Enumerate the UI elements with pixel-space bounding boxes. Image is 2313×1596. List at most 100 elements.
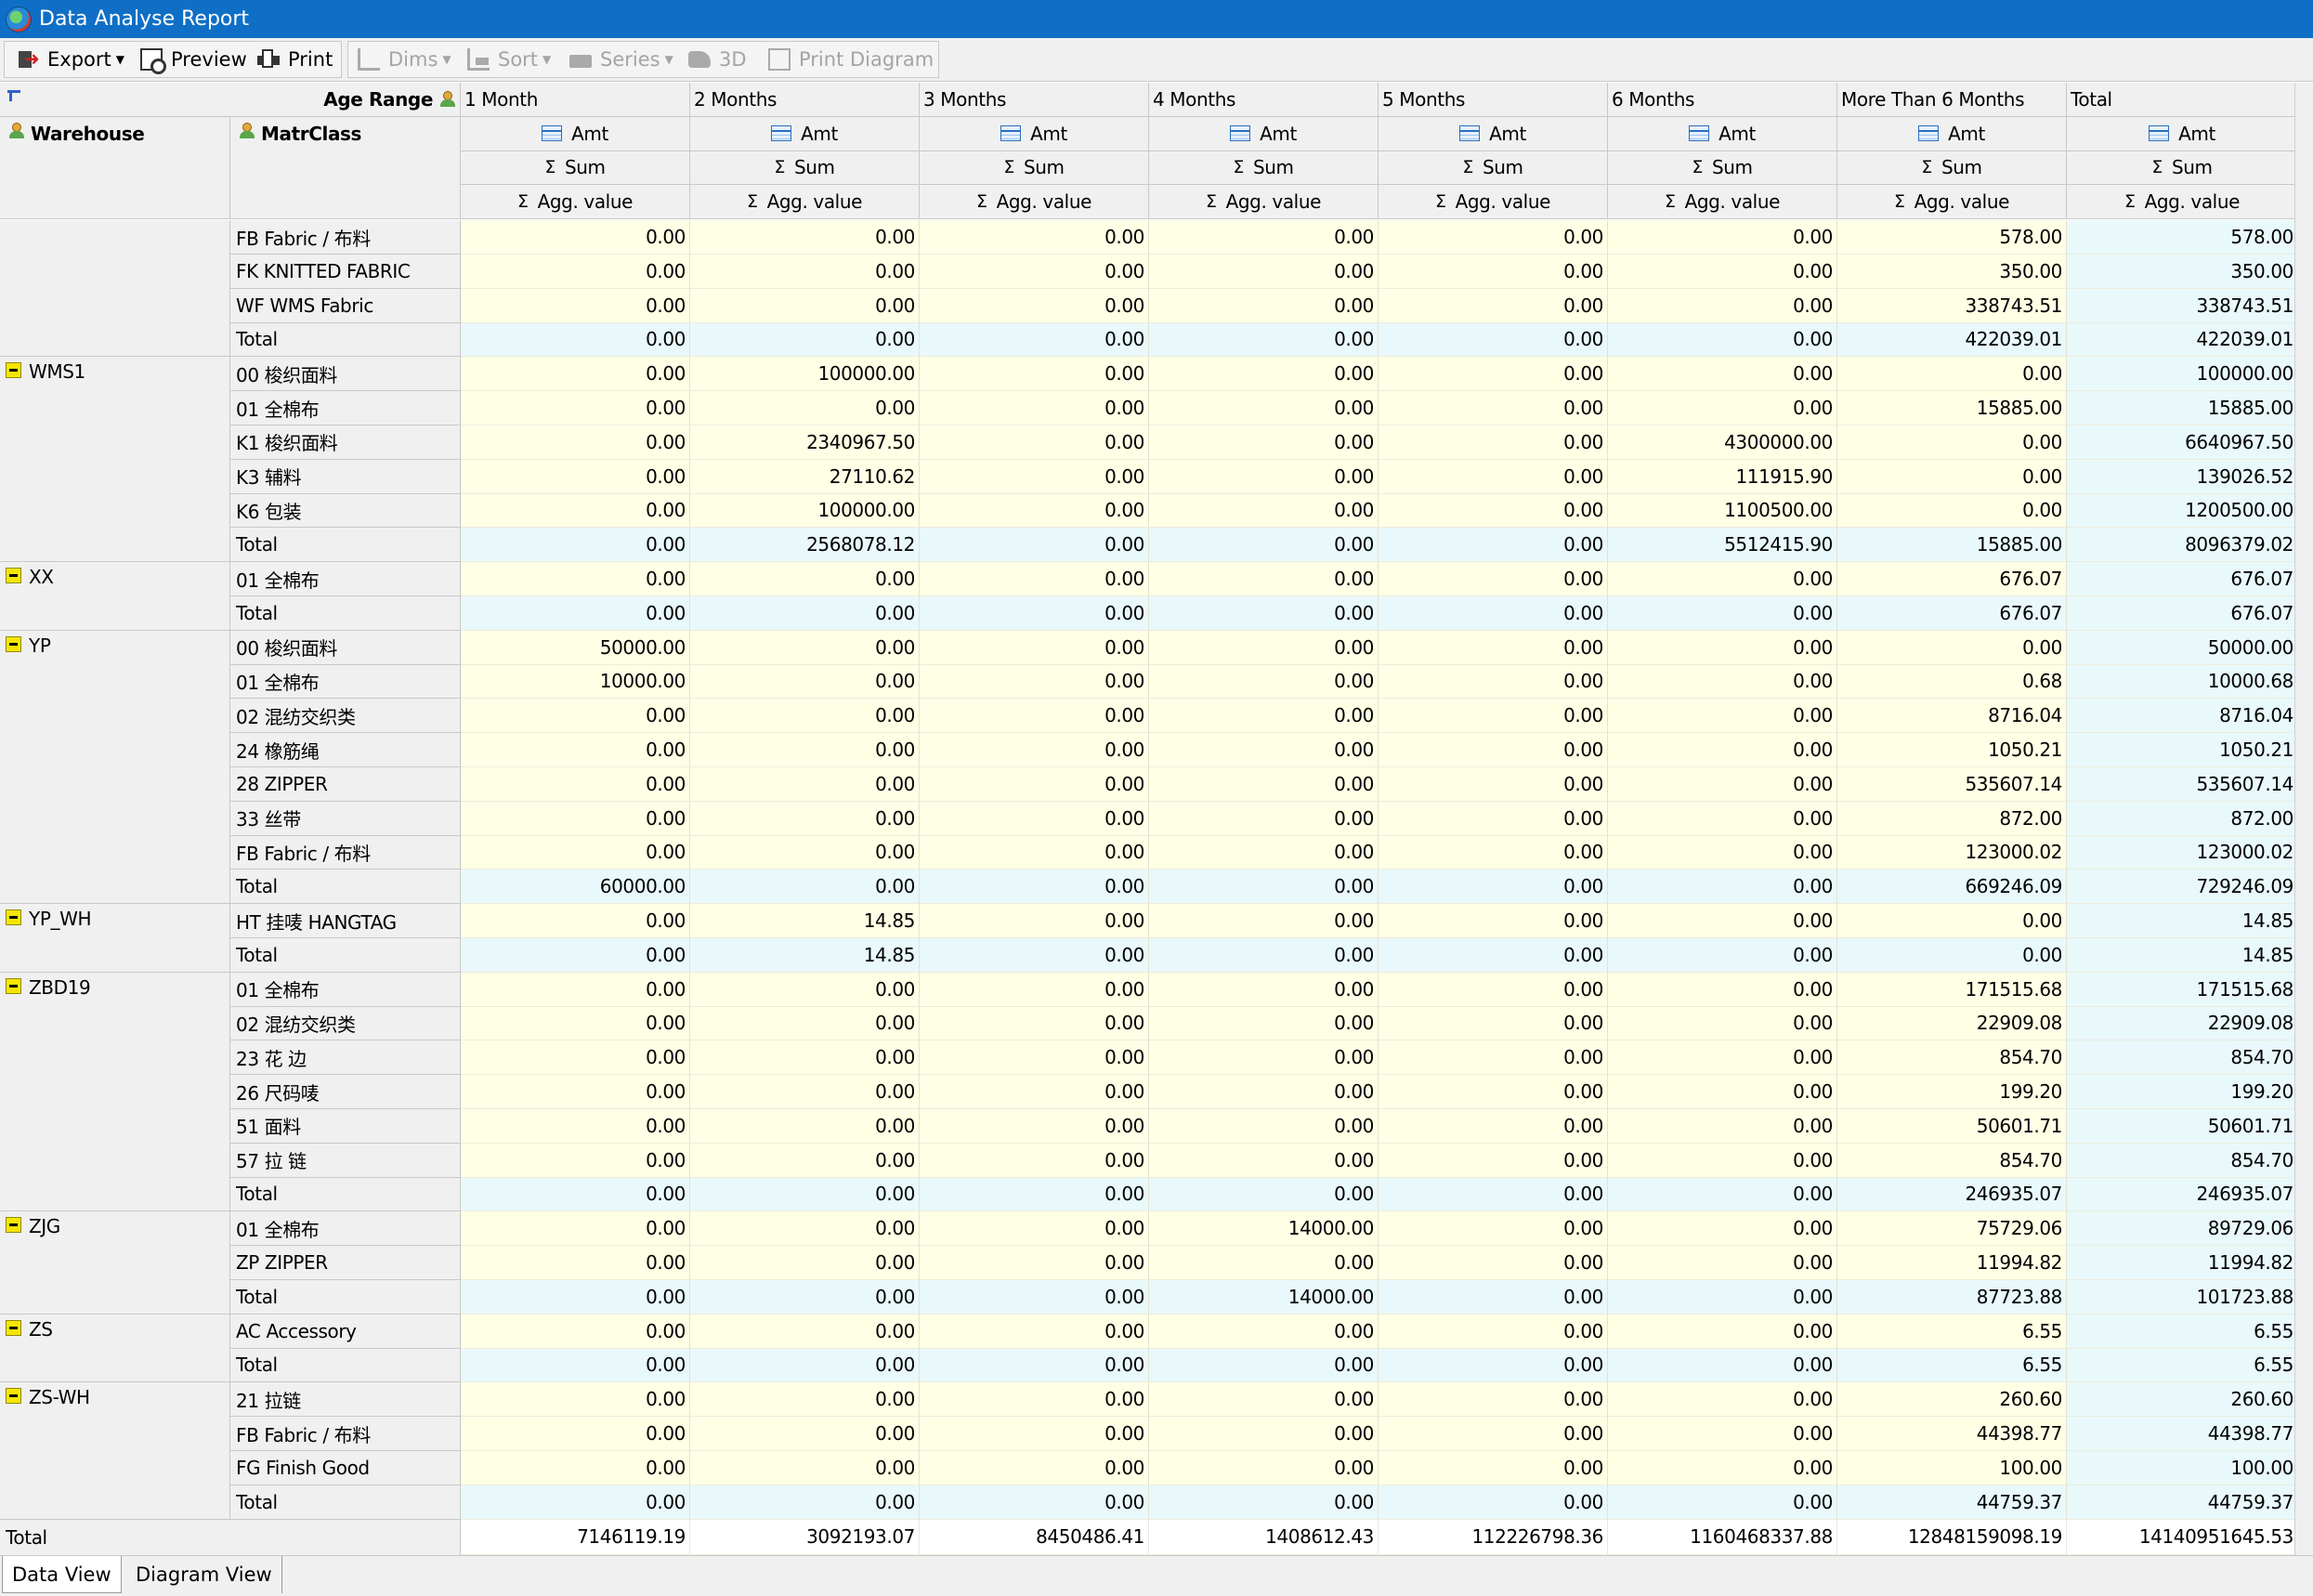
matrclass-row-header[interactable]: FB Fabric / 布料 xyxy=(230,220,461,255)
value-cell[interactable]: 100.00 xyxy=(2067,1451,2298,1485)
value-cell[interactable]: 0.00 xyxy=(690,1314,920,1349)
column-header[interactable]: 1 Month xyxy=(461,83,690,117)
total-value-cell[interactable]: 0.00 xyxy=(690,1280,920,1315)
grand-total-cell[interactable]: 1160468337.88 xyxy=(1608,1519,1837,1556)
value-cell[interactable]: 0.00 xyxy=(461,1006,690,1041)
value-cell[interactable]: 260.60 xyxy=(1837,1382,2067,1418)
value-cell[interactable]: 578.00 xyxy=(1837,220,2067,255)
grand-total-cell[interactable]: 12848159098.19 xyxy=(1837,1519,2067,1556)
value-cell[interactable]: 171515.68 xyxy=(1837,972,2067,1007)
total-value-cell[interactable]: 6.55 xyxy=(2067,1348,2298,1383)
value-cell[interactable]: 0.00 xyxy=(1837,459,2067,494)
value-cell[interactable]: 338743.51 xyxy=(1837,288,2067,323)
matrclass-row-header[interactable]: 01 全棉布 xyxy=(230,1211,461,1247)
warehouse-group-cell[interactable]: ZBD19 xyxy=(0,972,230,1212)
value-cell[interactable]: 0.00 xyxy=(690,835,920,870)
value-cell[interactable]: 0.00 xyxy=(690,220,920,255)
value-cell[interactable]: 0.00 xyxy=(920,255,1149,289)
total-value-cell[interactable]: 0.00 xyxy=(920,596,1149,631)
value-cell[interactable]: 15885.00 xyxy=(1837,391,2067,425)
value-cell[interactable]: 0.00 xyxy=(920,1417,1149,1451)
total-value-cell[interactable]: 8096379.02 xyxy=(2067,528,2298,563)
value-cell[interactable]: 0.00 xyxy=(461,1075,690,1109)
value-cell[interactable]: 0.00 xyxy=(920,459,1149,494)
value-cell[interactable]: 0.00 xyxy=(690,972,920,1007)
value-cell[interactable]: 578.00 xyxy=(2067,220,2298,255)
value-cell[interactable]: 44398.77 xyxy=(1837,1417,2067,1451)
total-value-cell[interactable]: 0.00 xyxy=(1837,938,2067,973)
pivot-grid[interactable]: Age Range Warehouse MatrClass 1 Month Amt Σ Su… xyxy=(0,83,2298,1556)
value-cell[interactable]: 0.00 xyxy=(1149,1246,1379,1280)
value-cell[interactable]: 0.00 xyxy=(461,1211,690,1247)
value-cell[interactable]: 0.00 xyxy=(1149,1040,1379,1076)
value-cell[interactable]: 0.00 xyxy=(690,391,920,425)
total-value-cell[interactable]: 0.00 xyxy=(461,528,690,563)
value-cell[interactable]: 0.00 xyxy=(920,391,1149,425)
value-cell[interactable]: 0.00 xyxy=(461,1451,690,1485)
value-cell[interactable]: 0.00 xyxy=(461,493,690,529)
value-cell[interactable]: 0.00 xyxy=(690,630,920,665)
value-cell[interactable]: 0.00 xyxy=(920,664,1149,700)
value-cell[interactable]: 0.00 xyxy=(1379,493,1608,529)
value-cell[interactable]: 0.00 xyxy=(920,425,1149,460)
value-cell[interactable]: 0.00 xyxy=(1608,1143,1837,1178)
warehouse-group-cell[interactable]: YP xyxy=(0,630,230,905)
value-cell[interactable]: 14.85 xyxy=(2067,904,2298,938)
value-cell[interactable]: 0.00 xyxy=(1149,1382,1379,1418)
matrclass-row-header[interactable]: 01 全棉布 xyxy=(230,972,461,1007)
matrclass-row-header[interactable]: AC Accessory xyxy=(230,1314,461,1349)
total-value-cell[interactable]: 0.00 xyxy=(1608,1280,1837,1315)
value-cell[interactable]: 1050.21 xyxy=(1837,733,2067,767)
total-value-cell[interactable]: 0.00 xyxy=(461,322,690,358)
value-cell[interactable]: 0.00 xyxy=(690,1417,920,1451)
value-cell[interactable]: 0.00 xyxy=(461,220,690,255)
total-value-cell[interactable]: 0.00 xyxy=(1149,938,1379,973)
warehouse-group-cell[interactable]: ZS xyxy=(0,1314,230,1383)
value-cell[interactable]: 0.00 xyxy=(461,767,690,802)
value-cell[interactable]: 0.00 xyxy=(461,288,690,323)
tab-data-view[interactable]: Data View xyxy=(2,1556,122,1593)
value-cell[interactable]: 0.00 xyxy=(461,1109,690,1144)
matrclass-row-header[interactable]: FB Fabric / 布料 xyxy=(230,835,461,870)
value-cell[interactable]: 10000.68 xyxy=(2067,664,2298,700)
value-cell[interactable]: 0.00 xyxy=(690,1246,920,1280)
value-cell[interactable]: 0.00 xyxy=(1149,562,1379,596)
value-cell[interactable]: 0.00 xyxy=(1379,733,1608,767)
matrclass-row-header[interactable]: FB Fabric / 布料 xyxy=(230,1417,461,1451)
value-cell[interactable]: 0.00 xyxy=(1608,733,1837,767)
matrclass-row-header[interactable]: 00 梭织面料 xyxy=(230,630,461,665)
print-diagram-button[interactable]: Print Diagram xyxy=(768,42,934,77)
value-cell[interactable]: 0.00 xyxy=(1608,1246,1837,1280)
value-cell[interactable]: 0.00 xyxy=(1837,357,2067,392)
value-cell[interactable]: 50000.00 xyxy=(2067,630,2298,665)
total-value-cell[interactable]: 44759.37 xyxy=(1837,1485,2067,1520)
matrclass-row-header[interactable]: 23 花 边 xyxy=(230,1040,461,1076)
grand-total-cell[interactable]: 1408612.43 xyxy=(1149,1519,1379,1556)
value-cell[interactable]: 0.00 xyxy=(1379,699,1608,734)
value-cell[interactable]: 199.20 xyxy=(2067,1075,2298,1109)
value-cell[interactable]: 0.00 xyxy=(1149,733,1379,767)
value-cell[interactable]: 0.00 xyxy=(461,801,690,836)
value-cell[interactable]: 0.00 xyxy=(461,1246,690,1280)
value-cell[interactable]: 0.00 xyxy=(461,699,690,734)
value-cell[interactable]: 89729.06 xyxy=(2067,1211,2298,1247)
value-cell[interactable]: 854.70 xyxy=(2067,1040,2298,1076)
value-cell[interactable]: 0.00 xyxy=(920,630,1149,665)
value-cell[interactable]: 0.00 xyxy=(1379,255,1608,289)
matrclass-row-header[interactable]: 51 面料 xyxy=(230,1109,461,1144)
value-cell[interactable]: 0.00 xyxy=(1837,630,2067,665)
value-cell[interactable]: 0.00 xyxy=(690,562,920,596)
value-cell[interactable]: 0.00 xyxy=(1608,801,1837,836)
total-value-cell[interactable]: 0.00 xyxy=(461,596,690,631)
value-cell[interactable]: 0.00 xyxy=(1608,288,1837,323)
total-value-cell[interactable]: 0.00 xyxy=(1379,596,1608,631)
value-cell[interactable]: 0.00 xyxy=(461,459,690,494)
value-cell[interactable]: 100.00 xyxy=(1837,1451,2067,1485)
value-cell[interactable]: 0.00 xyxy=(920,493,1149,529)
value-cell[interactable]: 4300000.00 xyxy=(1608,425,1837,460)
value-cell[interactable]: 0.00 xyxy=(690,767,920,802)
value-cell[interactable]: 0.00 xyxy=(1379,1006,1608,1041)
value-cell[interactable]: 0.00 xyxy=(1379,1211,1608,1247)
value-cell[interactable]: 14.85 xyxy=(690,904,920,938)
value-cell[interactable]: 0.00 xyxy=(920,1006,1149,1041)
